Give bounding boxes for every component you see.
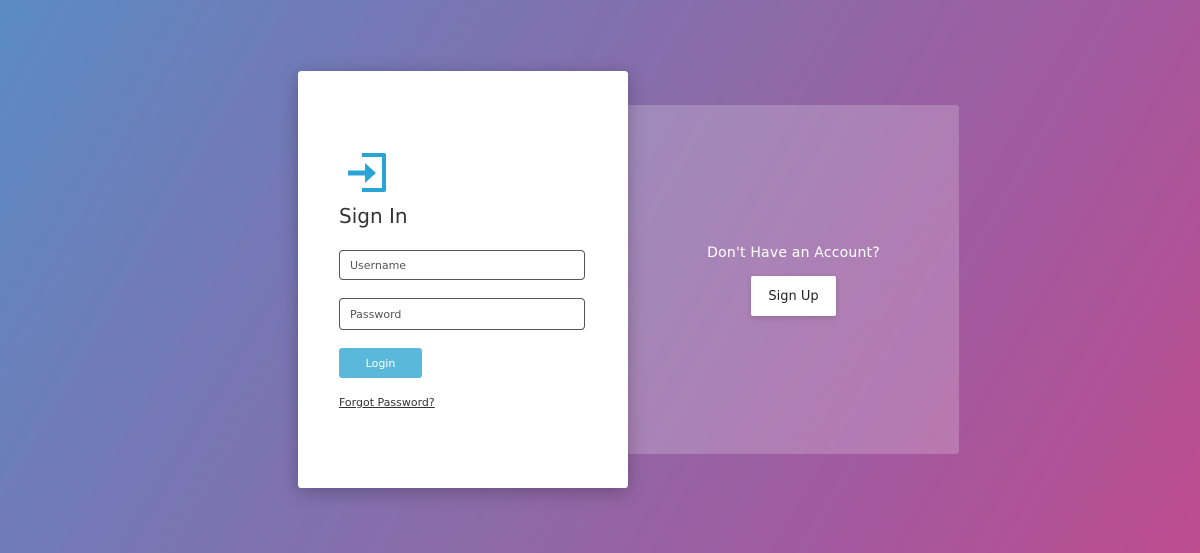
login-button[interactable]: Login [339,348,422,378]
password-input[interactable] [339,298,585,330]
signup-button[interactable]: Sign Up [751,276,836,316]
page-background: Don't Have an Account? Sign Up Sign In L… [0,0,1200,553]
login-arrow-icon [346,152,390,194]
username-input[interactable] [339,250,585,280]
forgot-password-link[interactable]: Forgot Password? [339,396,435,409]
page-title: Sign In [339,204,408,228]
signup-prompt: Don't Have an Account? [707,245,880,261]
